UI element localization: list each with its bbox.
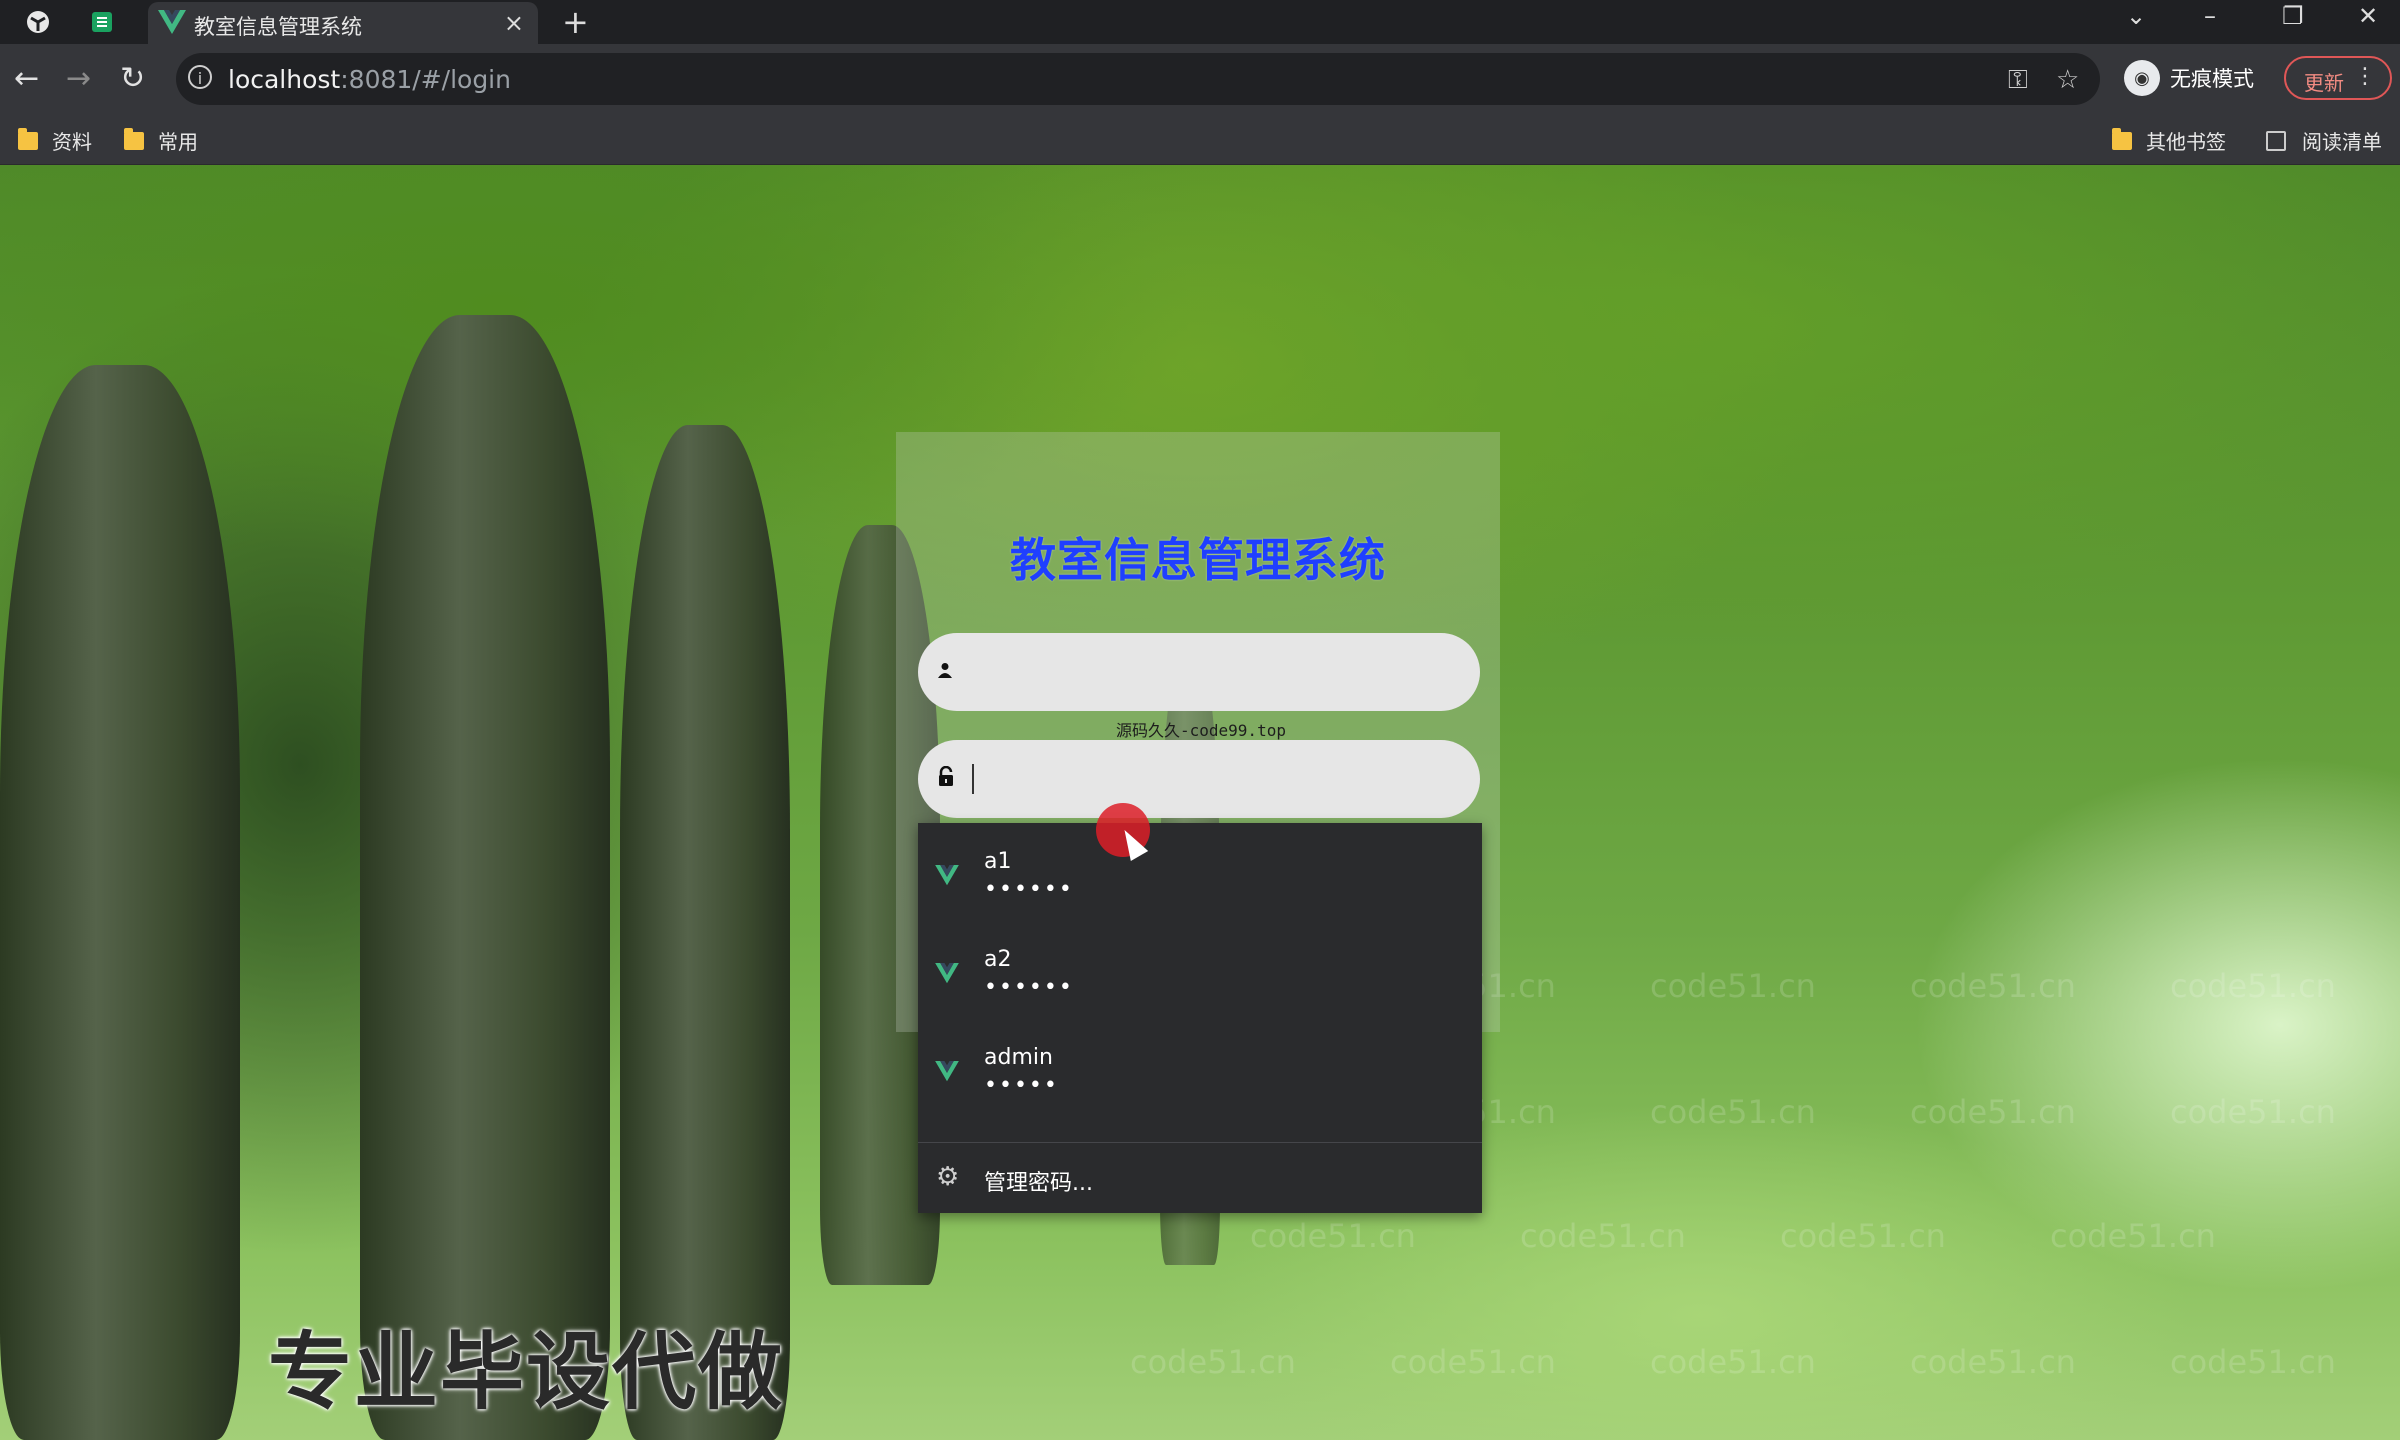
bookmark-label: 常用 [158,130,198,154]
forward-arrow-icon[interactable]: → [66,61,91,96]
key-icon[interactable]: ⚿ [2008,65,2028,96]
watermark-text: code51.cn [1650,1343,1816,1381]
watermark-text: code51.cn [2170,1093,2336,1131]
browser-toolbar: ← → ↻ i localhost:8081/#/login ⚿ ☆ ◉ 无痕模… [0,44,2400,116]
watermark-text: code51.cn [1780,1217,1946,1255]
vue-logo-icon [934,865,960,891]
new-tab-button[interactable]: + [562,3,589,41]
back-arrow-icon[interactable]: ← [14,61,39,96]
autofill-password-mask: ••••• [984,1073,1059,1098]
watermark-text: code51.cn [1250,1217,1416,1255]
watermark-text: code51.cn [2170,1343,2336,1381]
reading-list-label: 阅读清单 [2302,130,2382,154]
incognito-icon: ◉ [2124,60,2160,96]
gear-icon: ⚙ [936,1162,960,1192]
watermark-text: code51.cn [1650,1093,1816,1131]
bookmark-label: 资料 [52,130,92,154]
autofill-item[interactable]: a2 •••••• [918,921,1482,1019]
login-title: 教室信息管理系统 [1010,533,1386,587]
watermark-text: code51.cn [2050,1217,2216,1255]
autofill-username: a2 [984,947,1012,972]
tab-close-icon[interactable]: × [504,9,524,37]
watermark-text: code51.cn [1130,1343,1296,1381]
tree-trunk [620,425,790,1440]
tree-trunk [360,315,610,1440]
vue-logo-icon [934,1061,960,1087]
active-tab[interactable]: 教室信息管理系统 × [148,2,538,44]
browser-logo-icon[interactable] [22,6,54,38]
username-input[interactable] [968,647,1462,699]
vue-logo-icon [934,963,960,989]
password-field[interactable] [918,740,1480,818]
source-note: 源码久久-code99.top [1116,721,1286,740]
user-icon [938,659,952,683]
other-bookmarks-label: 其他书签 [2146,130,2226,154]
username-field[interactable] [918,633,1480,711]
folder-icon [18,127,38,150]
bookmark-folder-changyong[interactable]: 常用 [124,126,198,155]
watermark-text: code51.cn [2170,967,2336,1005]
watermark-text: code51.cn [1650,967,1816,1005]
url-text: localhost:8081/#/login [228,65,511,94]
address-bar[interactable]: i localhost:8081/#/login ⚿ ☆ [176,53,2100,105]
autofill-username: admin [984,1045,1053,1070]
autofill-password-mask: •••••• [984,975,1074,1000]
bookmark-folder-ziliao[interactable]: 资料 [18,126,92,155]
other-bookmarks[interactable]: 其他书签 [2112,126,2226,155]
reading-list[interactable]: 阅读清单 [2266,126,2382,155]
watermark-text: code51.cn [1910,1093,2076,1131]
password-input[interactable] [968,754,1462,806]
menu-dots-icon[interactable]: ⋮ [2354,64,2376,89]
vue-logo-icon [158,10,186,40]
tab-search-icon[interactable]: ⌄ [2126,2,2146,30]
autofill-username: a1 [984,849,1012,874]
incognito-label: 无痕模式 [2170,67,2254,91]
watermark-text: code51.cn [1390,1343,1556,1381]
tab-title: 教室信息管理系统 [194,15,362,39]
watermark-text: code51.cn [1520,1217,1686,1255]
window-close-icon[interactable]: ✕ [2358,2,2378,30]
manage-passwords-item[interactable]: ⚙ 管理密码... [918,1143,1482,1213]
bookmarks-bar: 资料 常用 其他书签 阅读清单 [0,116,2400,165]
update-button[interactable]: 更新 ⋮ [2284,56,2392,100]
promo-caption: 专业毕设代做 [268,1323,785,1421]
restore-icon[interactable]: ❐ [2282,2,2304,30]
incognito-indicator[interactable]: ◉ 无痕模式 [2124,54,2254,102]
folder-icon [124,127,144,150]
minimize-icon[interactable]: – [2204,2,2216,30]
login-page-background: code51.cn code51.cn code51.cn code51.cn … [0,165,2400,1440]
password-autofill-dropdown: a1 •••••• a2 •••••• admin ••••• ⚙ 管理密码..… [918,823,1482,1213]
autofill-item[interactable]: a1 •••••• [918,823,1482,921]
autofill-item[interactable]: admin ••••• [918,1019,1482,1117]
browser-tab-bar: 教室信息管理系统 × + ⌄ – ❐ ✕ [0,0,2400,44]
folder-icon [2112,127,2132,150]
tree-trunk [0,365,240,1440]
reload-icon[interactable]: ↻ [120,61,145,96]
watermark-text: code51.cn [1910,1343,2076,1381]
bookmark-star-icon[interactable]: ☆ [2056,65,2079,95]
update-label: 更新 [2304,71,2344,95]
manage-passwords-label: 管理密码... [984,1171,1093,1196]
watermark-text: code51.cn [1910,967,2076,1005]
autofill-password-mask: •••••• [984,877,1074,902]
reading-list-icon [2266,130,2286,151]
site-info-icon[interactable]: i [188,65,212,89]
spreadsheet-app-icon[interactable] [86,6,118,38]
lock-icon [938,765,954,791]
